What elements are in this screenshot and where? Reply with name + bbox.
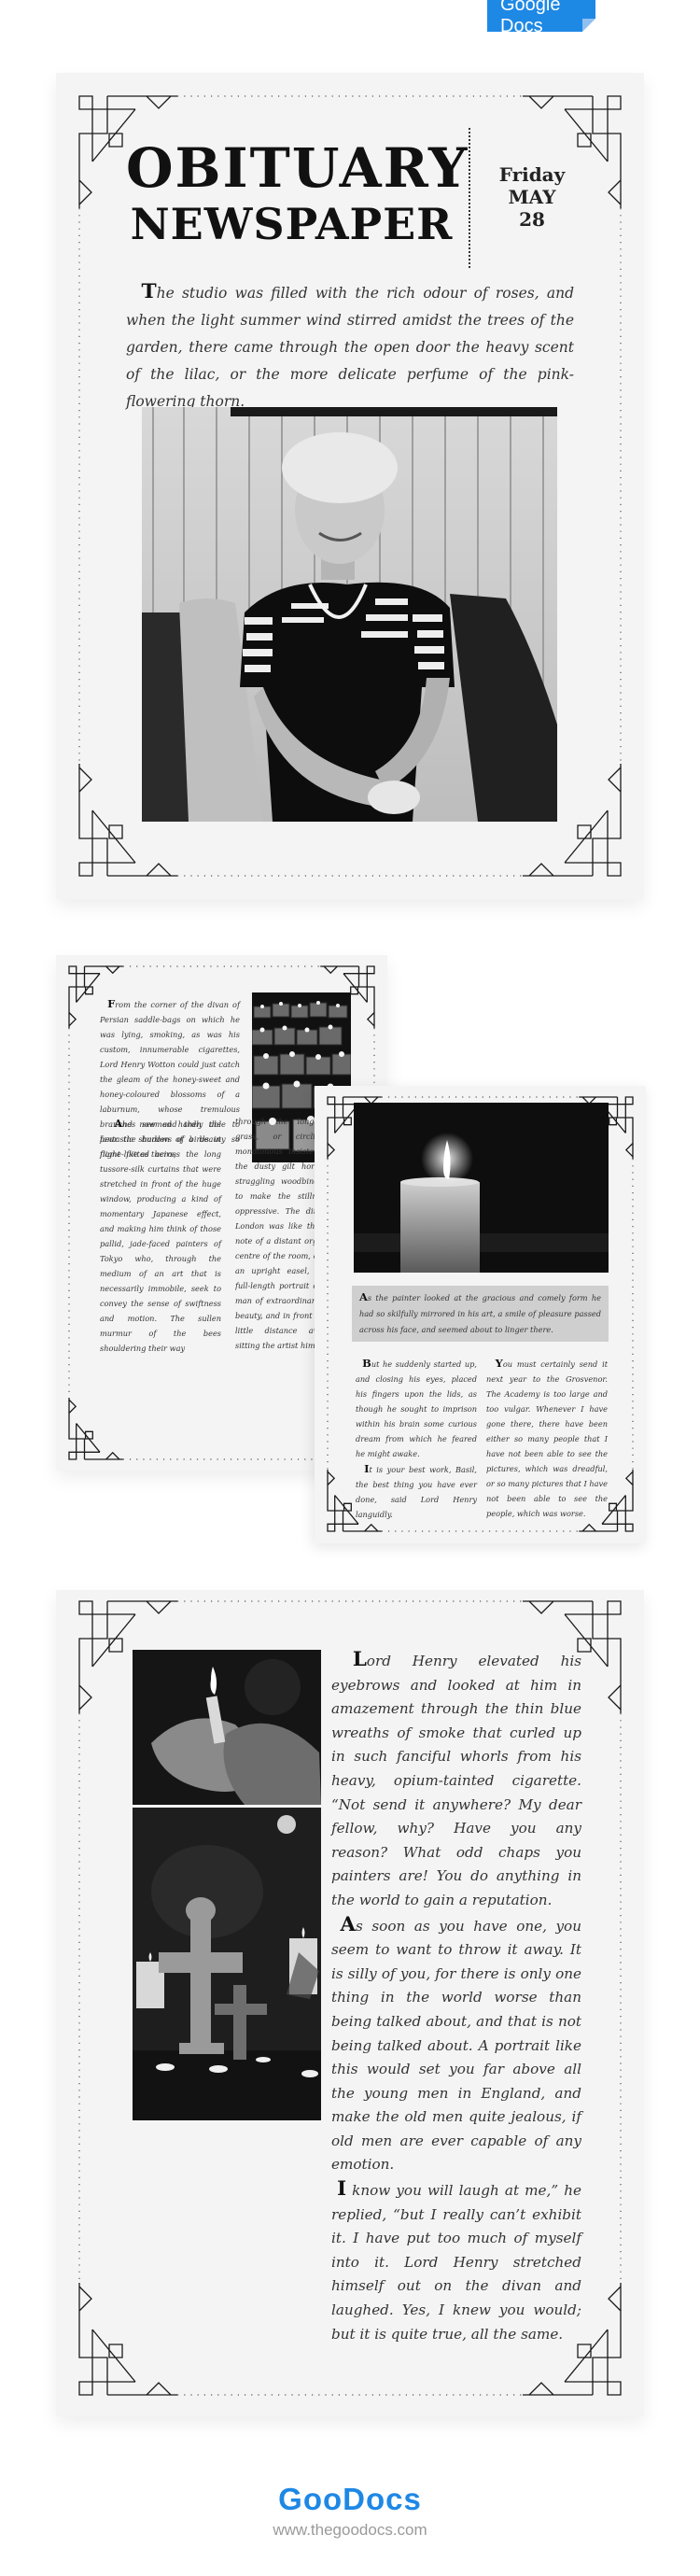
paragraph-text: ou must certainly send it next year to t… bbox=[486, 1359, 608, 1518]
date-number: 28 bbox=[519, 208, 545, 231]
date-day: Friday bbox=[498, 163, 566, 186]
single-candle-graphic bbox=[354, 1103, 609, 1273]
portrait-photo-graphic bbox=[142, 407, 557, 822]
single-candle-photo bbox=[354, 1103, 609, 1273]
paragraph: I know you will laugh at me,” he replied… bbox=[331, 2177, 581, 2346]
drop-cap: B bbox=[362, 1357, 371, 1370]
google-docs-badge[interactable]: Google Docs bbox=[487, 0, 595, 36]
crosses-candles-photo bbox=[133, 1808, 321, 2120]
frame-corner-ornament bbox=[78, 2283, 177, 2396]
paragraph: Lord Henry elevated his eyebrows and loo… bbox=[331, 1648, 581, 1913]
page-fold-icon bbox=[582, 19, 595, 32]
drop-cap: I bbox=[337, 2177, 347, 2202]
page-3-column-2: You must certainly send it next year to … bbox=[486, 1356, 608, 1521]
highlighted-quote: As the painter looked at the gracious an… bbox=[352, 1286, 609, 1342]
page-3-column-1: But he suddenly started up, and closing … bbox=[356, 1356, 477, 1522]
portrait-photo bbox=[142, 407, 557, 822]
frame-corner-ornament bbox=[68, 1398, 123, 1460]
drop-cap: Y bbox=[495, 1357, 503, 1370]
intro-paragraph: The studio was filled with the rich odou… bbox=[126, 278, 574, 415]
paragraph: But he suddenly started up, and closing … bbox=[356, 1356, 477, 1461]
drop-cap: T bbox=[141, 280, 157, 303]
paragraph: As soon as you have one, you seem to wan… bbox=[331, 1913, 581, 2178]
paragraph-text: nd now and then the fantastic shadows of… bbox=[100, 1119, 221, 1353]
drop-cap: A bbox=[340, 1912, 357, 1936]
date-month: MAY bbox=[508, 186, 556, 208]
quote-text: s the painter looked at the gracious and… bbox=[359, 1293, 601, 1334]
title-line-1: OBITUARY bbox=[126, 136, 469, 200]
crosses-candles-graphic bbox=[133, 1808, 321, 2120]
goodocs-url-link[interactable]: www.thegoodocs.com bbox=[0, 2521, 700, 2540]
paragraph-text: know you will laugh at me,” he replied, … bbox=[331, 2182, 581, 2343]
paragraph-text: ut he suddenly started up, and closing h… bbox=[356, 1359, 477, 1458]
google-docs-label: Google Docs bbox=[500, 0, 561, 36]
drop-cap: L bbox=[352, 1648, 367, 1671]
drop-cap: A bbox=[359, 1290, 368, 1303]
title-line-2: NEWSPAPER bbox=[130, 199, 454, 249]
masthead-divider bbox=[469, 128, 470, 268]
goodocs-logo[interactable]: GooDocs bbox=[0, 2482, 700, 2517]
hands-candle-photo bbox=[133, 1650, 321, 1805]
paragraph-text: t is your best work, Basil, the best thi… bbox=[356, 1465, 477, 1519]
drop-cap: A bbox=[114, 1117, 123, 1130]
paragraph-text: s soon as you have one, you seem to want… bbox=[331, 1917, 581, 2174]
masthead-title: OBITUARY NEWSPAPER bbox=[126, 136, 469, 250]
page-4-text: Lord Henry elevated his eyebrows and loo… bbox=[331, 1648, 581, 2346]
intro-text: he studio was filled with the rich odour… bbox=[126, 285, 574, 410]
paragraph-text: ord Henry elevated his eyebrows and look… bbox=[331, 1653, 581, 1908]
issue-date: Friday MAY 28 bbox=[485, 163, 579, 231]
paragraph: It is your best work, Basil, the best th… bbox=[356, 1461, 477, 1522]
hands-candle-graphic bbox=[133, 1650, 321, 1805]
page-2-column-1: And now and then the fantastic shadows o… bbox=[100, 1116, 221, 1356]
